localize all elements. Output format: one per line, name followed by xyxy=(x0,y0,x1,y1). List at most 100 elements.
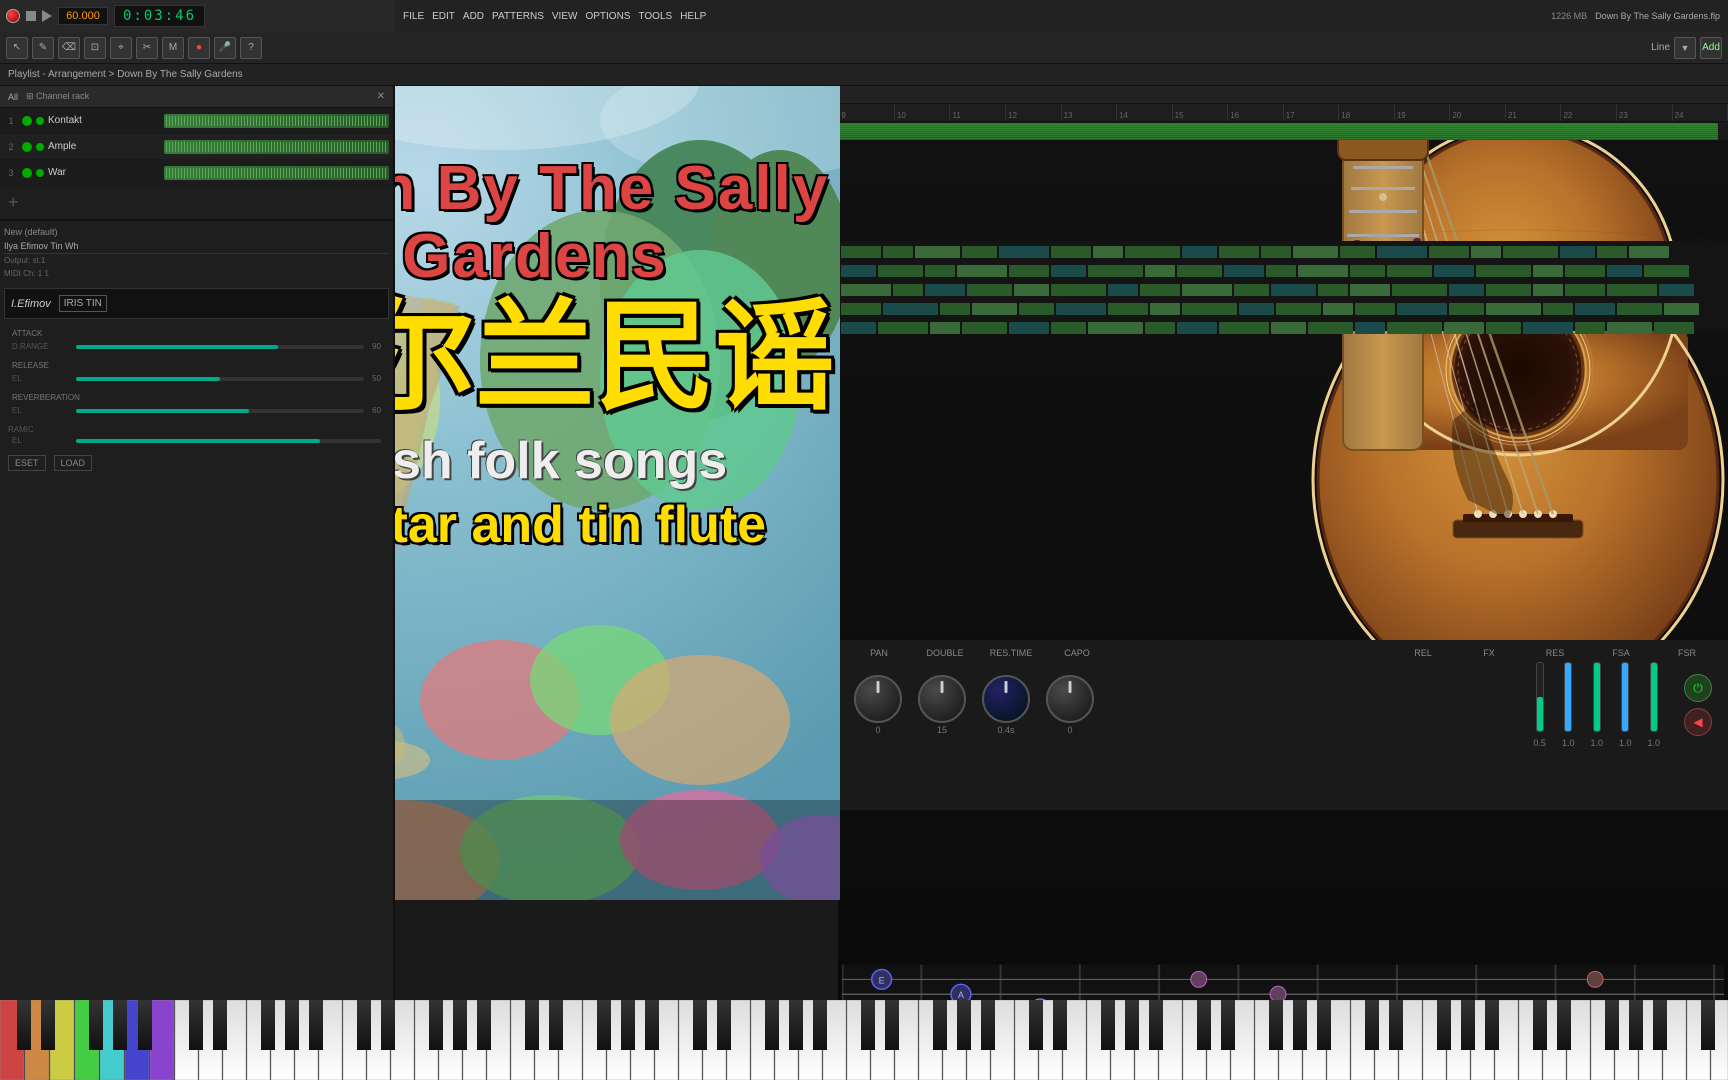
mb4-12 xyxy=(1323,303,1353,315)
mb2-7 xyxy=(1088,265,1143,277)
fsr-slider[interactable] xyxy=(1650,662,1658,732)
mb3-19 xyxy=(1607,284,1657,296)
mb5-17 xyxy=(1523,322,1573,334)
snap-btn[interactable]: ▼ xyxy=(1674,37,1696,59)
ch-pattern-2[interactable] xyxy=(164,140,389,154)
menu-tools[interactable]: TOOLS xyxy=(638,11,672,22)
mb4-18 xyxy=(1575,303,1615,315)
tool-select[interactable]: ⊡ xyxy=(84,37,106,59)
attack-range-label: D RANGE xyxy=(12,342,72,351)
mb4-8 xyxy=(1150,303,1180,315)
add-btn[interactable]: Add xyxy=(1700,37,1722,59)
bpm-display[interactable]: 60.000 xyxy=(58,7,108,25)
preset-btn[interactable]: ESET xyxy=(8,455,46,471)
tool-mic[interactable]: 🎤 xyxy=(214,37,236,59)
mb2-6 xyxy=(1051,265,1086,277)
tool-pencil[interactable]: ✎ xyxy=(32,37,54,59)
release-slider-row: EL 50 xyxy=(8,372,385,385)
attack-slider[interactable] xyxy=(76,345,364,349)
ch-pattern-1[interactable] xyxy=(164,114,389,128)
menu-options[interactable]: OPTIONS xyxy=(585,11,630,22)
menu-patterns[interactable]: PATTERNS xyxy=(492,11,544,22)
restime-label: RES.TIME xyxy=(986,648,1036,658)
mb-11 xyxy=(1261,246,1291,258)
capo-knob[interactable] xyxy=(1046,675,1094,723)
guitar-image-area xyxy=(838,140,1728,640)
fsr-slider-val: 1.0 xyxy=(1647,738,1660,748)
ch-led-3b[interactable] xyxy=(36,169,44,177)
fsa-slider[interactable] xyxy=(1621,662,1629,732)
menu-view[interactable]: VIEW xyxy=(552,11,578,22)
ch-led-2b[interactable] xyxy=(36,143,44,151)
add-channel-btn[interactable]: + xyxy=(0,186,393,219)
mb-6 xyxy=(1051,246,1091,258)
plugin-logo-area: I.Efimov IRIS TIN xyxy=(4,288,389,319)
ch-pattern-3[interactable] xyxy=(164,166,389,180)
mb3-9 xyxy=(1182,284,1232,296)
inst-name-label[interactable]: Ilya Efimov Tin Wh xyxy=(4,239,389,254)
mb2-17 xyxy=(1533,265,1563,277)
tool-record[interactable]: ● xyxy=(188,37,210,59)
res-slider[interactable] xyxy=(1593,662,1601,732)
double-knob[interactable] xyxy=(918,675,966,723)
ruler-14: 14 xyxy=(1117,104,1173,121)
pan-knob[interactable] xyxy=(854,675,902,723)
release-slider[interactable] xyxy=(76,377,364,381)
power-btn-1[interactable]: ⏻ xyxy=(1684,674,1712,702)
tool-zoom[interactable]: ⌖ xyxy=(110,37,132,59)
load-btn[interactable]: LOAD xyxy=(54,455,93,471)
mb2-19 xyxy=(1607,265,1642,277)
mb3-20 xyxy=(1659,284,1694,296)
piano-svg[interactable]: /* keys rendered below */ xyxy=(0,1000,1728,1080)
menu-file[interactable]: FILE xyxy=(403,11,424,22)
close-channel-rack[interactable]: ✕ xyxy=(377,91,385,102)
mb5-16 xyxy=(1486,322,1521,334)
mb-14 xyxy=(1377,246,1427,258)
channel-row-3: 3 War xyxy=(0,160,393,186)
rel-slider[interactable] xyxy=(1536,662,1544,732)
ch-led-3[interactable] xyxy=(22,168,32,178)
mb4-9 xyxy=(1182,303,1237,315)
spacer2 xyxy=(1118,648,1382,658)
play-button[interactable] xyxy=(42,10,52,22)
mb4-15 xyxy=(1449,303,1484,315)
tool-help[interactable]: ? xyxy=(240,37,262,59)
restime-knob[interactable] xyxy=(982,675,1030,723)
tool-cut[interactable]: ✂ xyxy=(136,37,158,59)
reverb-slider[interactable] xyxy=(76,409,364,413)
mb4-7 xyxy=(1108,303,1148,315)
attack-row: ATTACK xyxy=(8,327,385,340)
record-button[interactable] xyxy=(6,9,20,23)
tool-pointer[interactable]: ↖ xyxy=(6,37,28,59)
mb-17 xyxy=(1503,246,1558,258)
fx-slider[interactable] xyxy=(1564,662,1572,732)
ruler-11: 11 xyxy=(950,104,1006,121)
menu-edit[interactable]: EDIT xyxy=(432,11,455,22)
fsr-slider-col: 1.0 xyxy=(1647,662,1660,748)
fsa-slider-val: 1.0 xyxy=(1619,738,1632,748)
stop-button[interactable] xyxy=(26,11,36,21)
menu-help[interactable]: HELP xyxy=(680,11,706,22)
tool-mute[interactable]: M xyxy=(162,37,184,59)
ch-led-2[interactable] xyxy=(22,142,32,152)
filename: Down By The Sally Gardens.flp xyxy=(1595,11,1720,21)
ch-num-3: 3 xyxy=(4,168,18,178)
mb3-14 xyxy=(1392,284,1447,296)
tool-eraser[interactable]: ⌫ xyxy=(58,37,80,59)
mb5-20 xyxy=(1654,322,1694,334)
ch-name-2[interactable]: Ample xyxy=(48,141,160,152)
ch-led-1b[interactable] xyxy=(36,117,44,125)
mb2-18 xyxy=(1565,265,1605,277)
ch-name-1[interactable]: Kontakt xyxy=(48,115,160,126)
ch-led-1[interactable] xyxy=(22,116,32,126)
res-slider-col: 1.0 xyxy=(1590,662,1603,748)
dynamic-slider[interactable] xyxy=(76,439,381,443)
ctrl-labels-row: PAN DOUBLE RES.TIME CAPO REL FX RES FSA … xyxy=(846,648,1720,658)
back-btn[interactable]: ◀ xyxy=(1684,708,1712,736)
mini-notes-container xyxy=(838,241,1728,339)
ch-name-3[interactable]: War xyxy=(48,167,160,178)
mb4-17 xyxy=(1543,303,1573,315)
menu-add[interactable]: ADD xyxy=(463,11,484,22)
storage-info: 1226 MB xyxy=(1551,11,1587,21)
reverb-sub-label: EL xyxy=(12,406,72,415)
